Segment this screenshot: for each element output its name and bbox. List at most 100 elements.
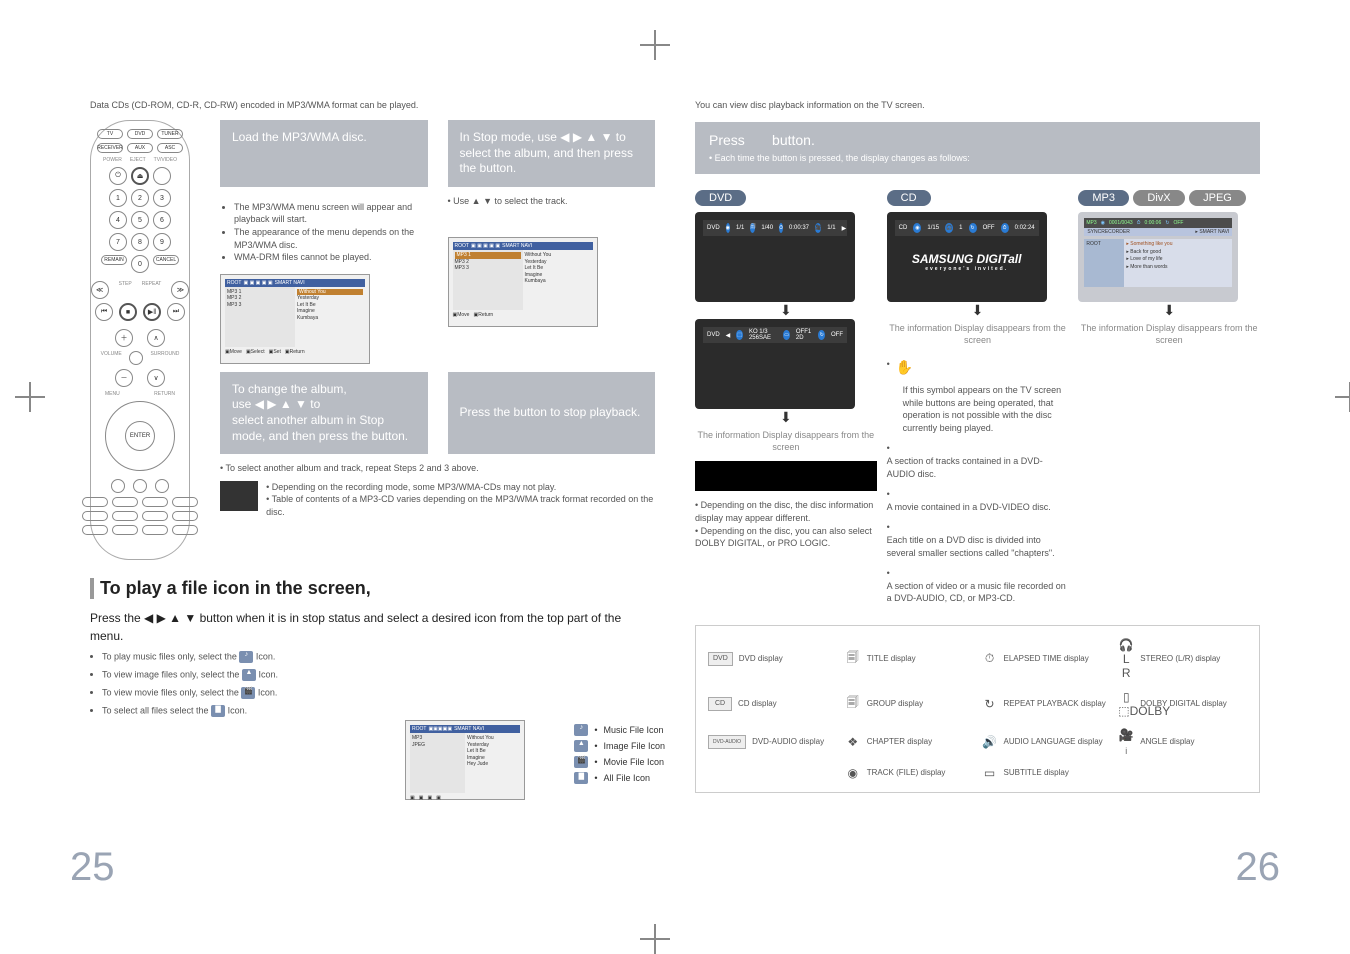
menu-label: MENU xyxy=(105,391,120,397)
leg-track: TRACK (FILE) display xyxy=(867,768,946,777)
s3-top: To change the album, xyxy=(232,382,347,396)
leg-music: Music File Icon xyxy=(603,725,663,735)
leg-elapsed: ELAPSED TIME display xyxy=(1004,654,1089,663)
note-l2: Table of contents of a MP3-CD varies dep… xyxy=(266,494,653,517)
arrow-3: ⬇ xyxy=(887,302,1069,319)
remote-asc: ASC xyxy=(157,143,183,153)
s3-hint: To select another album and track, repea… xyxy=(226,463,479,473)
leg-audio: AUDIO LANGUAGE display xyxy=(1004,737,1103,746)
num-0: 0 xyxy=(131,255,149,273)
remote-tv: TV xyxy=(97,129,123,139)
mp3-root: ROOT xyxy=(1086,241,1100,247)
note-box: • Depending on the recording mode, some … xyxy=(220,481,655,519)
samsung-logo: SAMSUNG DIGITall everyone's invited. xyxy=(887,252,1047,272)
fi-b1-i: Icon. xyxy=(256,651,276,661)
remote-eject-icon: ⏏ xyxy=(131,167,149,185)
cd-tv: CD ◉1/15 🎧1 ↻OFF ⏱0:02:24 SAMSUNG DIGITa… xyxy=(887,212,1047,302)
press-l1q: button. xyxy=(772,132,815,148)
leg-group-icon: 🗐 xyxy=(845,693,861,714)
mini-screen-1: ROOT ▣ ▣ ▣ ▣ ▣ SMART NAVI MP3 1 MP3 2 MP… xyxy=(220,274,370,364)
mini-screen-2: ROOT ▣ ▣ ▣ ▣ ▣ SMART NAVI MP3 1 MP3 2 MP… xyxy=(448,237,598,327)
stop-icon: ■ xyxy=(119,303,137,321)
bot-1 xyxy=(82,497,108,507)
time2-icon: ⏱ xyxy=(1001,223,1009,233)
step2-post: button. xyxy=(480,161,517,175)
skip-prev-icon: ⏮ xyxy=(95,303,113,321)
spread: Data CDs (CD-ROM, CD-R, CD-RW) encoded i… xyxy=(70,100,1280,870)
s3-arrows: ◀ ▶ ▲ ▼ xyxy=(255,397,311,411)
remote-receiver: RECEIVER xyxy=(97,143,123,153)
steps-column: Load the MP3/WMA disc. In Stop mode, use… xyxy=(210,120,655,560)
ms3-sn: SMART NAVI xyxy=(454,726,484,732)
leg-movie-icon: 🎬 xyxy=(574,756,588,768)
s3-end: button. xyxy=(371,429,408,443)
ms-t5: Kumbaya xyxy=(297,315,363,322)
leg-all-icon: ▇ xyxy=(574,772,588,784)
vol-up-icon: ＋ xyxy=(115,329,133,347)
mp3-s3: OFF xyxy=(1173,220,1183,226)
fx-btn-2 xyxy=(155,479,169,493)
s1b2: The appearance of the menu depends on th… xyxy=(234,226,428,251)
page-right: You can view disc playback information o… xyxy=(675,100,1280,870)
ms-f3: MP3 3 xyxy=(227,302,293,309)
fi-b1-t: To play music files only, select the xyxy=(102,651,237,661)
remote-aux: AUX xyxy=(127,143,153,153)
sub-icon: ▭ xyxy=(783,330,790,340)
fi-b4-i: Icon. xyxy=(228,705,248,715)
return-label: RETURN xyxy=(154,391,175,397)
repeat-icon: ↻ xyxy=(818,330,825,340)
leg-dolby-icon: ▯ ⬚DOLBY xyxy=(1118,690,1134,718)
ms2-ft2: Return xyxy=(478,312,493,318)
remote-step: STEP xyxy=(119,281,132,299)
mp3-label: MP3 xyxy=(1078,190,1129,206)
s3-to: to xyxy=(310,397,320,411)
leg-dvd-icon: DVD xyxy=(708,652,733,666)
stereo-icon: 🎧 xyxy=(945,223,953,233)
next-icon: ≫ xyxy=(171,281,189,299)
def-group: A section of tracks contained in a DVD-A… xyxy=(887,456,1043,479)
mp3-song3: Love of my life xyxy=(1130,256,1162,262)
repeat2-icon: ↻ xyxy=(969,223,977,233)
fi-b1: To play music files only, select the ♪ I… xyxy=(102,651,655,663)
note-l1: Depending on the recording mode, some MP… xyxy=(272,482,556,492)
bot-3 xyxy=(142,497,168,507)
mp3-song2: Back for good xyxy=(1130,249,1161,255)
angle-icon: 🎥 xyxy=(815,223,821,233)
vol-down-icon: － xyxy=(115,369,133,387)
bot-12 xyxy=(172,525,198,535)
hand-icon: ✋ xyxy=(896,358,913,378)
all-file-icon: ▇ xyxy=(211,705,225,717)
def-track: A section of video or a music file recor… xyxy=(887,581,1066,604)
info-btn xyxy=(111,479,125,493)
arrow-4: ⬇ xyxy=(1078,302,1260,319)
press-box: Press button. • Each time the button is … xyxy=(695,122,1260,174)
remote-tuner: TUNER xyxy=(157,129,183,139)
remote-tvvideo-btn xyxy=(153,167,171,185)
dvd-s4: 1/1 xyxy=(827,225,835,231)
arrow-1: ⬇ xyxy=(695,302,877,319)
leg-image-icon: ▲ xyxy=(574,740,588,752)
bot-6 xyxy=(112,511,138,521)
page-left: Data CDs (CD-ROM, CD-R, CD-RW) encoded i… xyxy=(70,100,675,870)
leg-cd-icon: CD xyxy=(708,697,732,711)
title-icon: 🗐 xyxy=(750,223,755,233)
dvd-tv-2: DVD◀ ⬚KO 1/3 256SAE ▭OFF1 2D ↻OFF xyxy=(695,319,855,409)
fi-b4-t: To select all files select the xyxy=(102,705,209,715)
mp3-sn: SMART NAVI xyxy=(1199,229,1229,235)
dvd-column: DVD DVD ◉1/1 🗐1/40 ⏱0:00:37 🎥1/1 ▶ ⬇ DVD… xyxy=(695,188,877,550)
leg-music-icon: ♪ xyxy=(574,724,588,736)
bullet: • xyxy=(887,358,890,371)
leg-cd: CD display xyxy=(738,699,777,708)
mp3-folder: SYNCRECORDER xyxy=(1087,229,1130,235)
s3-rest: select another album in Stop mode, and t… xyxy=(232,413,384,443)
dvd-tv-1: DVD ◉1/1 🗐1/40 ⏱0:00:37 🎥1/1 ▶ xyxy=(695,212,855,302)
ms3-t5: Hey Jude xyxy=(467,761,518,768)
track-icon: ◉ xyxy=(913,223,921,233)
remote-eject-label: EJECT xyxy=(130,157,146,163)
jpeg-label: JPEG xyxy=(1189,190,1246,206)
ms-ft4: Return xyxy=(290,349,305,355)
cd-s1: 1/15 xyxy=(927,225,939,231)
s4-pre: Press the xyxy=(460,405,511,421)
crop-mark-top xyxy=(640,30,670,60)
fi-b3: To view movie files only, select the 🎬 I… xyxy=(102,687,655,699)
